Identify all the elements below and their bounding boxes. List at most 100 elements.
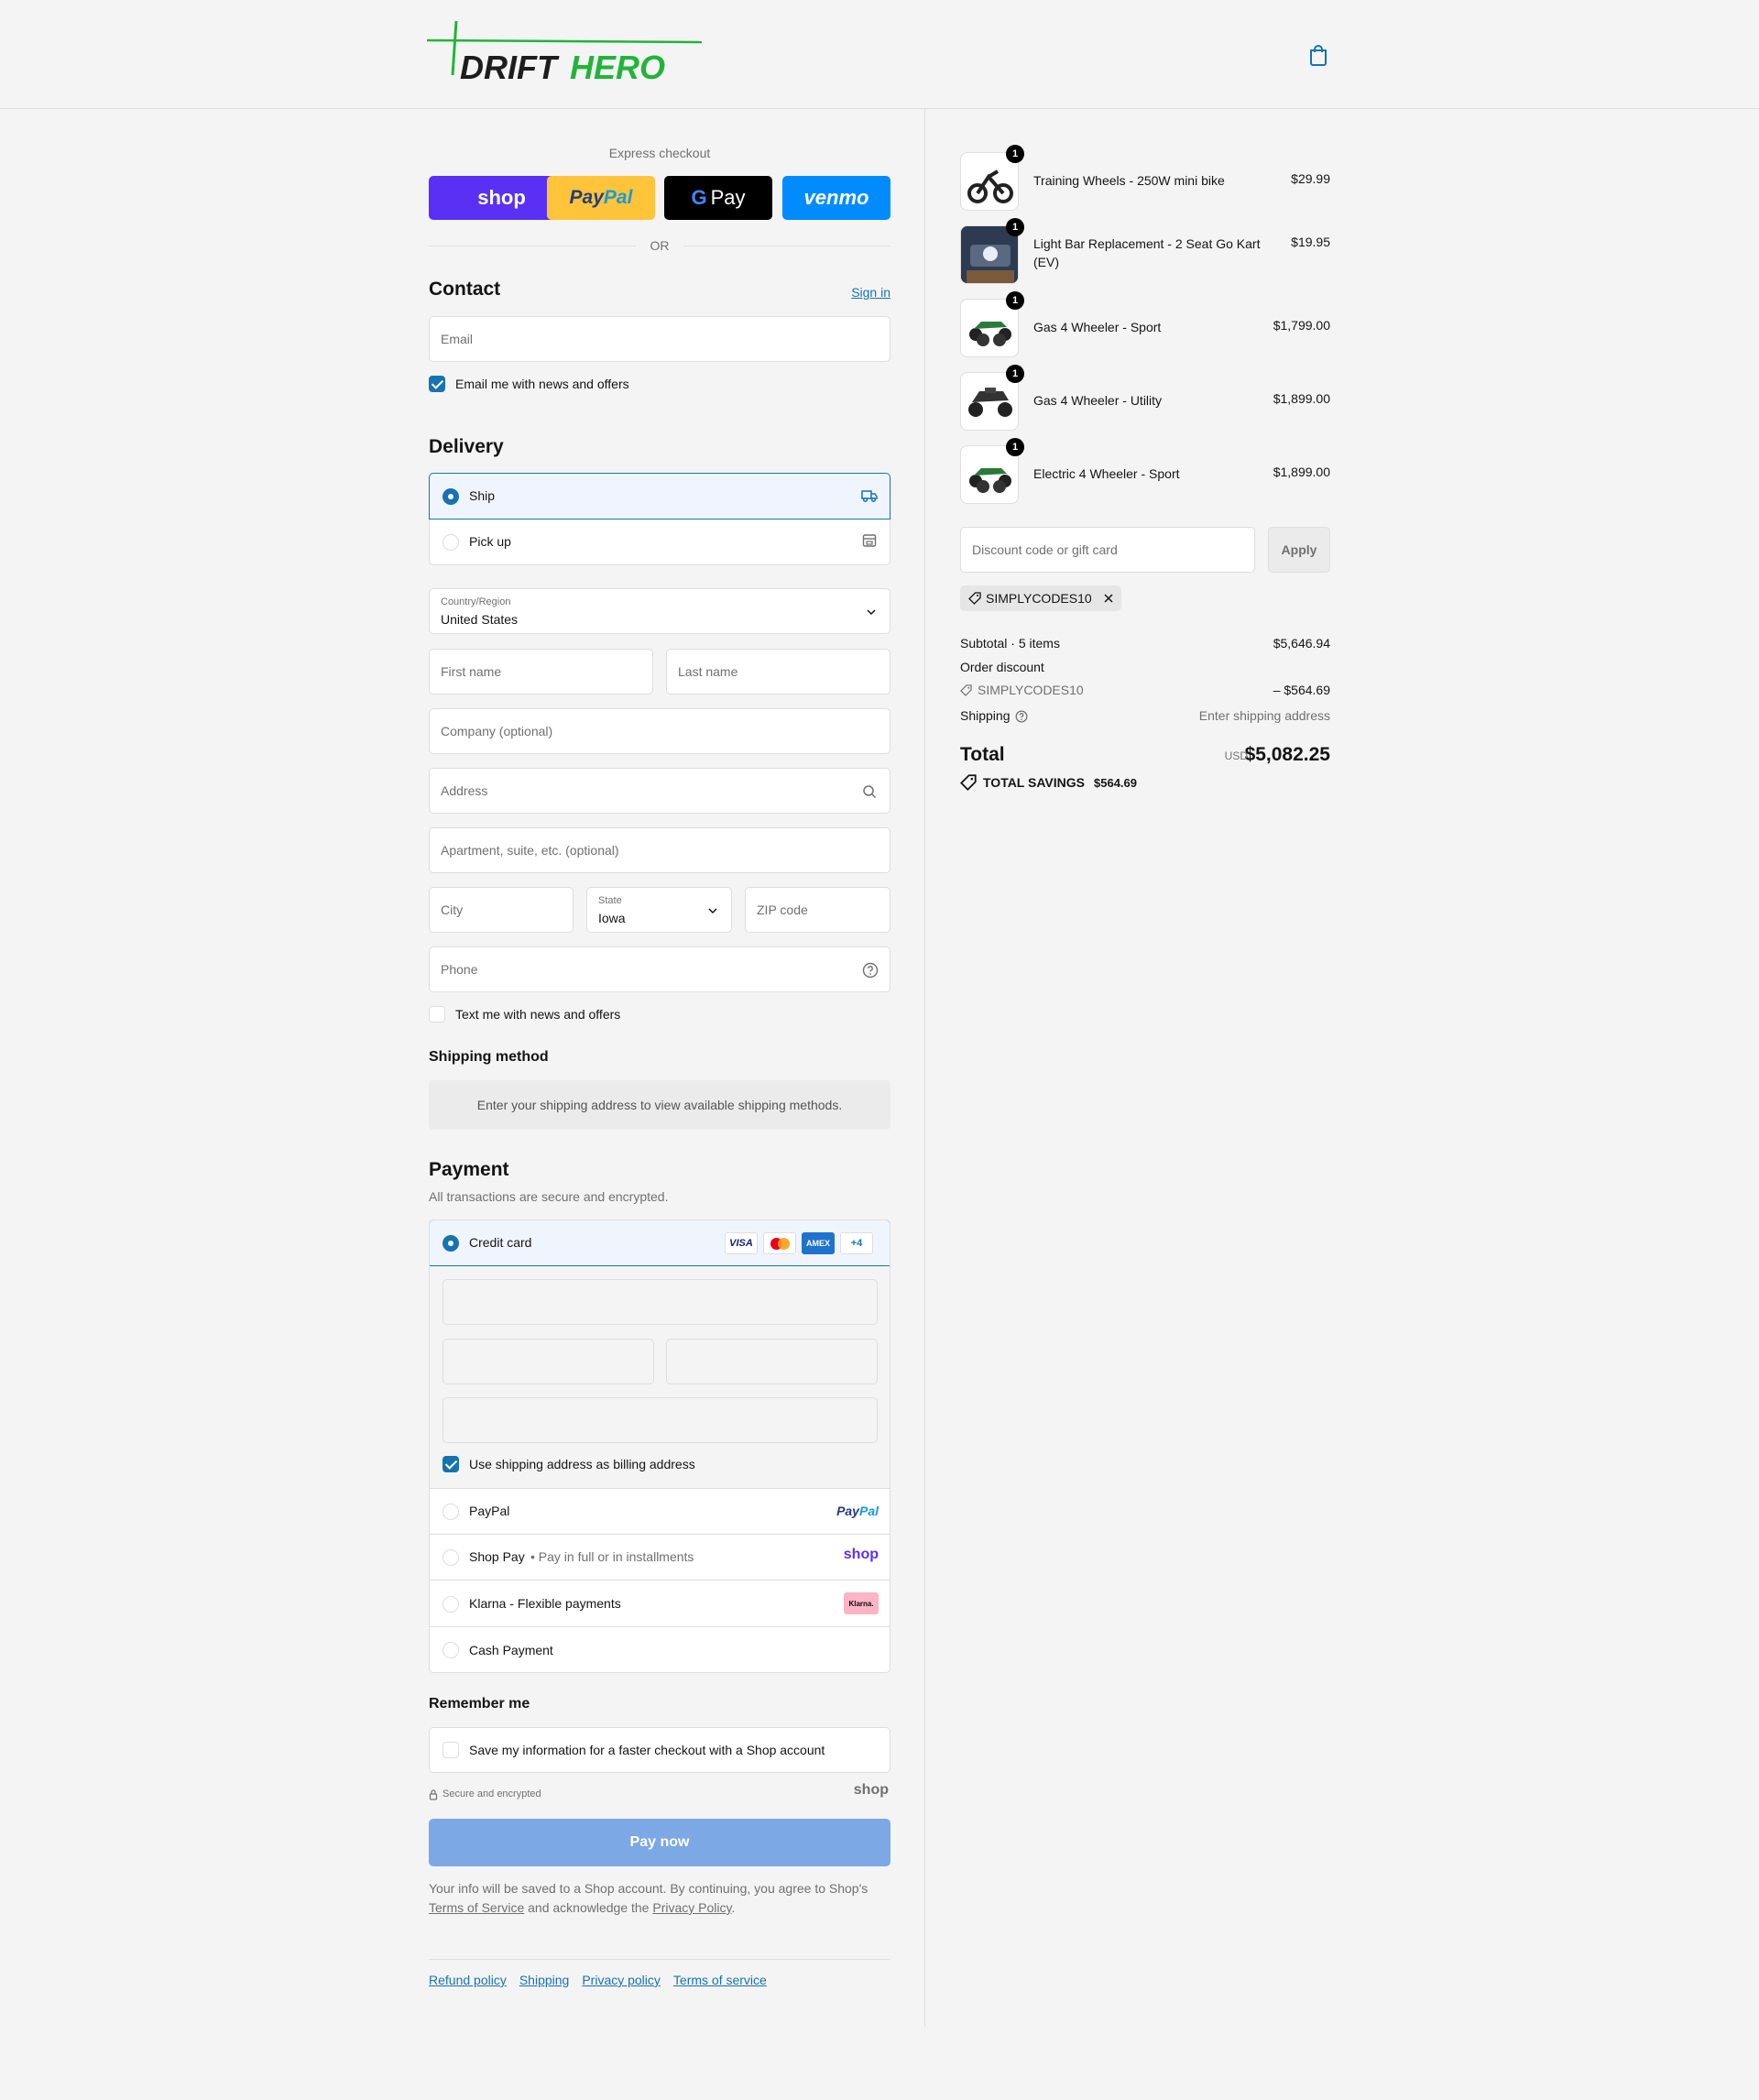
ship-option[interactable]: Ship [429,473,890,520]
sign-in-link[interactable]: Sign in [851,285,890,300]
zip-field[interactable]: ZIP code [745,887,890,933]
drift-hero-logo[interactable]: DRIFT HERO [427,18,707,84]
email-field[interactable]: Email [429,316,890,362]
logo-text-hero: HERO [570,49,665,84]
amex-icon: AMEX [802,1232,835,1254]
billing-address-checkbox[interactable] [442,1456,459,1472]
klarna-option[interactable]: Klarna - Flexible payments Klarna. [430,1580,890,1627]
state-select[interactable]: State Iowa [586,887,732,933]
paypal-express-button[interactable]: Pay Pal [547,176,655,220]
shop-pay-sub: • Pay in full or in installments [530,1549,694,1564]
shipping-value: Enter shipping address [1198,708,1330,723]
logo-text-drift: DRIFT [460,49,560,84]
cash-label: Cash Payment [469,1643,553,1657]
store-icon [862,534,877,547]
last-name-field[interactable]: Last name [666,649,890,695]
cash-radio[interactable] [442,1642,459,1658]
footer-links: Refund policy Shipping Privacy policy Te… [429,1973,767,1987]
country-select[interactable]: Country/Region United States [429,588,890,634]
state-value: Iowa [598,911,626,925]
item-name: Gas 4 Wheeler - Sport [1033,320,1162,334]
paypal-logo-b: Pal [603,187,633,208]
shopping-bag-icon[interactable] [1308,44,1328,66]
mastercard-icon [763,1232,796,1254]
last-name-placeholder: Last name [678,664,738,679]
phone-field[interactable]: Phone [429,946,890,992]
quantity-badge: 1 [1006,218,1024,236]
tag-icon [968,592,981,605]
discount-code-field[interactable]: Discount code or gift card [960,527,1255,573]
card-number-field[interactable] [442,1279,878,1325]
apply-button[interactable]: Apply [1268,527,1330,573]
remember-option[interactable]: Save my information for a faster checkou… [429,1727,890,1773]
pickup-label[interactable]: Pick up [469,534,511,549]
apartment-placeholder: Apartment, suite, etc. (optional) [441,843,619,858]
line-item: 1 Electric 4 Wheeler - Sport $1,899.00 [960,438,1330,506]
applied-discount-tag: SIMPLYCODES10 [960,585,1121,611]
payment-methods: Credit card VISA AMEX +4 Use shipping ad… [429,1220,890,1673]
name-on-card-field[interactable] [442,1397,878,1443]
klarna-radio[interactable] [442,1596,459,1613]
discount-amount: – $564.69 [1273,683,1330,697]
pickup-radio[interactable] [442,534,459,551]
line-item: 1 Gas 4 Wheeler - Utility $1,899.00 [960,365,1330,432]
paypal-option[interactable]: PayPal PayPal [430,1489,890,1535]
credit-card-option[interactable]: Credit card VISA AMEX +4 [430,1220,890,1266]
total-savings-value: $564.69 [1094,776,1137,790]
city-placeholder: City [441,902,464,917]
privacy-policy-link[interactable]: Privacy policy [582,1973,661,1987]
contact-heading: Contact [429,279,501,300]
shop-pay-radio[interactable] [442,1549,459,1566]
cash-option[interactable]: Cash Payment [430,1627,890,1672]
close-icon[interactable] [1103,593,1114,604]
first-name-field[interactable]: First name [429,649,653,695]
line-item: 1 Training Wheels - 250W mini bike $29.9… [960,145,1330,213]
column-divider [924,109,925,2027]
address-field[interactable]: Address [429,768,890,814]
paypal-logo-a: Pay [569,187,604,208]
item-name: Electric 4 Wheeler - Sport [1033,466,1180,481]
credit-card-radio[interactable] [442,1235,459,1252]
terms-of-service-link[interactable]: Terms of service [673,1973,767,1987]
remember-heading: Remember me [429,1696,530,1712]
email-news-checkbox[interactable] [429,376,445,392]
paypal-label: PayPal [469,1504,510,1518]
discount-code-label: SIMPLYCODES10 [978,683,1084,697]
security-code-field[interactable] [666,1339,878,1384]
company-field[interactable]: Company (optional) [429,708,890,754]
shipping-link[interactable]: Shipping [519,1973,570,1987]
ship-radio[interactable] [442,488,459,505]
address-placeholder: Address [441,783,488,798]
paypal-radio[interactable] [442,1504,459,1520]
shop-tos-link[interactable]: Terms of Service [429,1900,524,1915]
quantity-badge: 1 [1006,365,1024,383]
remember-label: Save my information for a faster checkou… [469,1743,825,1757]
help-circle-icon[interactable] [1015,710,1028,723]
shop-privacy-link[interactable]: Privacy Policy [652,1900,731,1915]
city-field[interactable]: City [429,887,574,933]
savings-tag-icon [960,774,977,791]
remember-checkbox[interactable] [442,1742,459,1758]
pay-now-button[interactable]: Pay now [429,1819,890,1866]
chevron-down-icon [708,908,717,914]
google-pay-express-button[interactable]: G Pay [664,176,772,220]
search-icon [863,785,877,799]
gpay-label: Pay [710,186,746,209]
text-news-checkbox[interactable] [429,1006,445,1023]
help-circle-icon[interactable] [862,962,879,979]
item-name: Training Wheels - 250W mini bike [1033,173,1225,188]
credit-card-label: Credit card [469,1235,532,1250]
shop-pay-option[interactable]: Shop Pay • Pay in full or in installment… [430,1535,890,1580]
venmo-express-button[interactable]: venmo [782,176,890,220]
total-label: Total [960,744,1005,765]
refund-policy-link[interactable]: Refund policy [429,1973,507,1987]
payment-heading: Payment [429,1159,509,1180]
apartment-field[interactable]: Apartment, suite, etc. (optional) [429,827,890,873]
klarna-label: Klarna - Flexible payments [469,1596,621,1611]
email-news-label: Email me with news and offers [455,377,629,391]
expiration-field[interactable] [442,1339,654,1384]
truck-icon [861,490,878,503]
secure-text: Secure and encrypted [442,1788,541,1799]
quantity-badge: 1 [1006,438,1024,456]
footer-divider [429,1959,890,1960]
